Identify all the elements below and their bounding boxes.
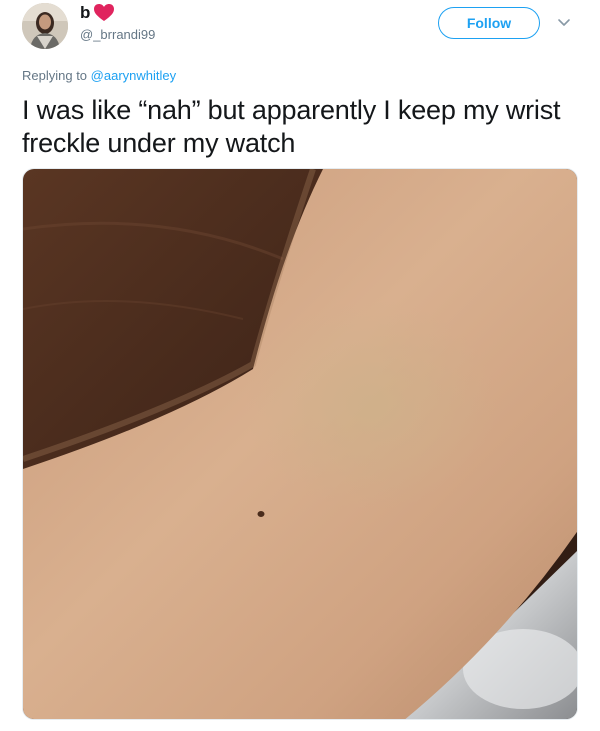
replying-to-label: Replying to [22, 68, 88, 83]
tweet-photo[interactable] [22, 168, 578, 720]
avatar[interactable] [22, 3, 68, 49]
display-name[interactable]: b [80, 3, 90, 23]
heart-icon [94, 2, 115, 22]
follow-button[interactable]: Follow [438, 7, 540, 39]
tweet-text: I was like “nah” but apparently I keep m… [22, 95, 561, 158]
chevron-down-icon[interactable] [556, 14, 572, 30]
reply-mention-link[interactable]: @aarynwhitley [91, 68, 176, 83]
author-handle[interactable]: @_brrandi99 [80, 27, 155, 42]
author-name-row: b [80, 2, 115, 24]
replying-to: Replying to @aarynwhitley [22, 68, 176, 83]
